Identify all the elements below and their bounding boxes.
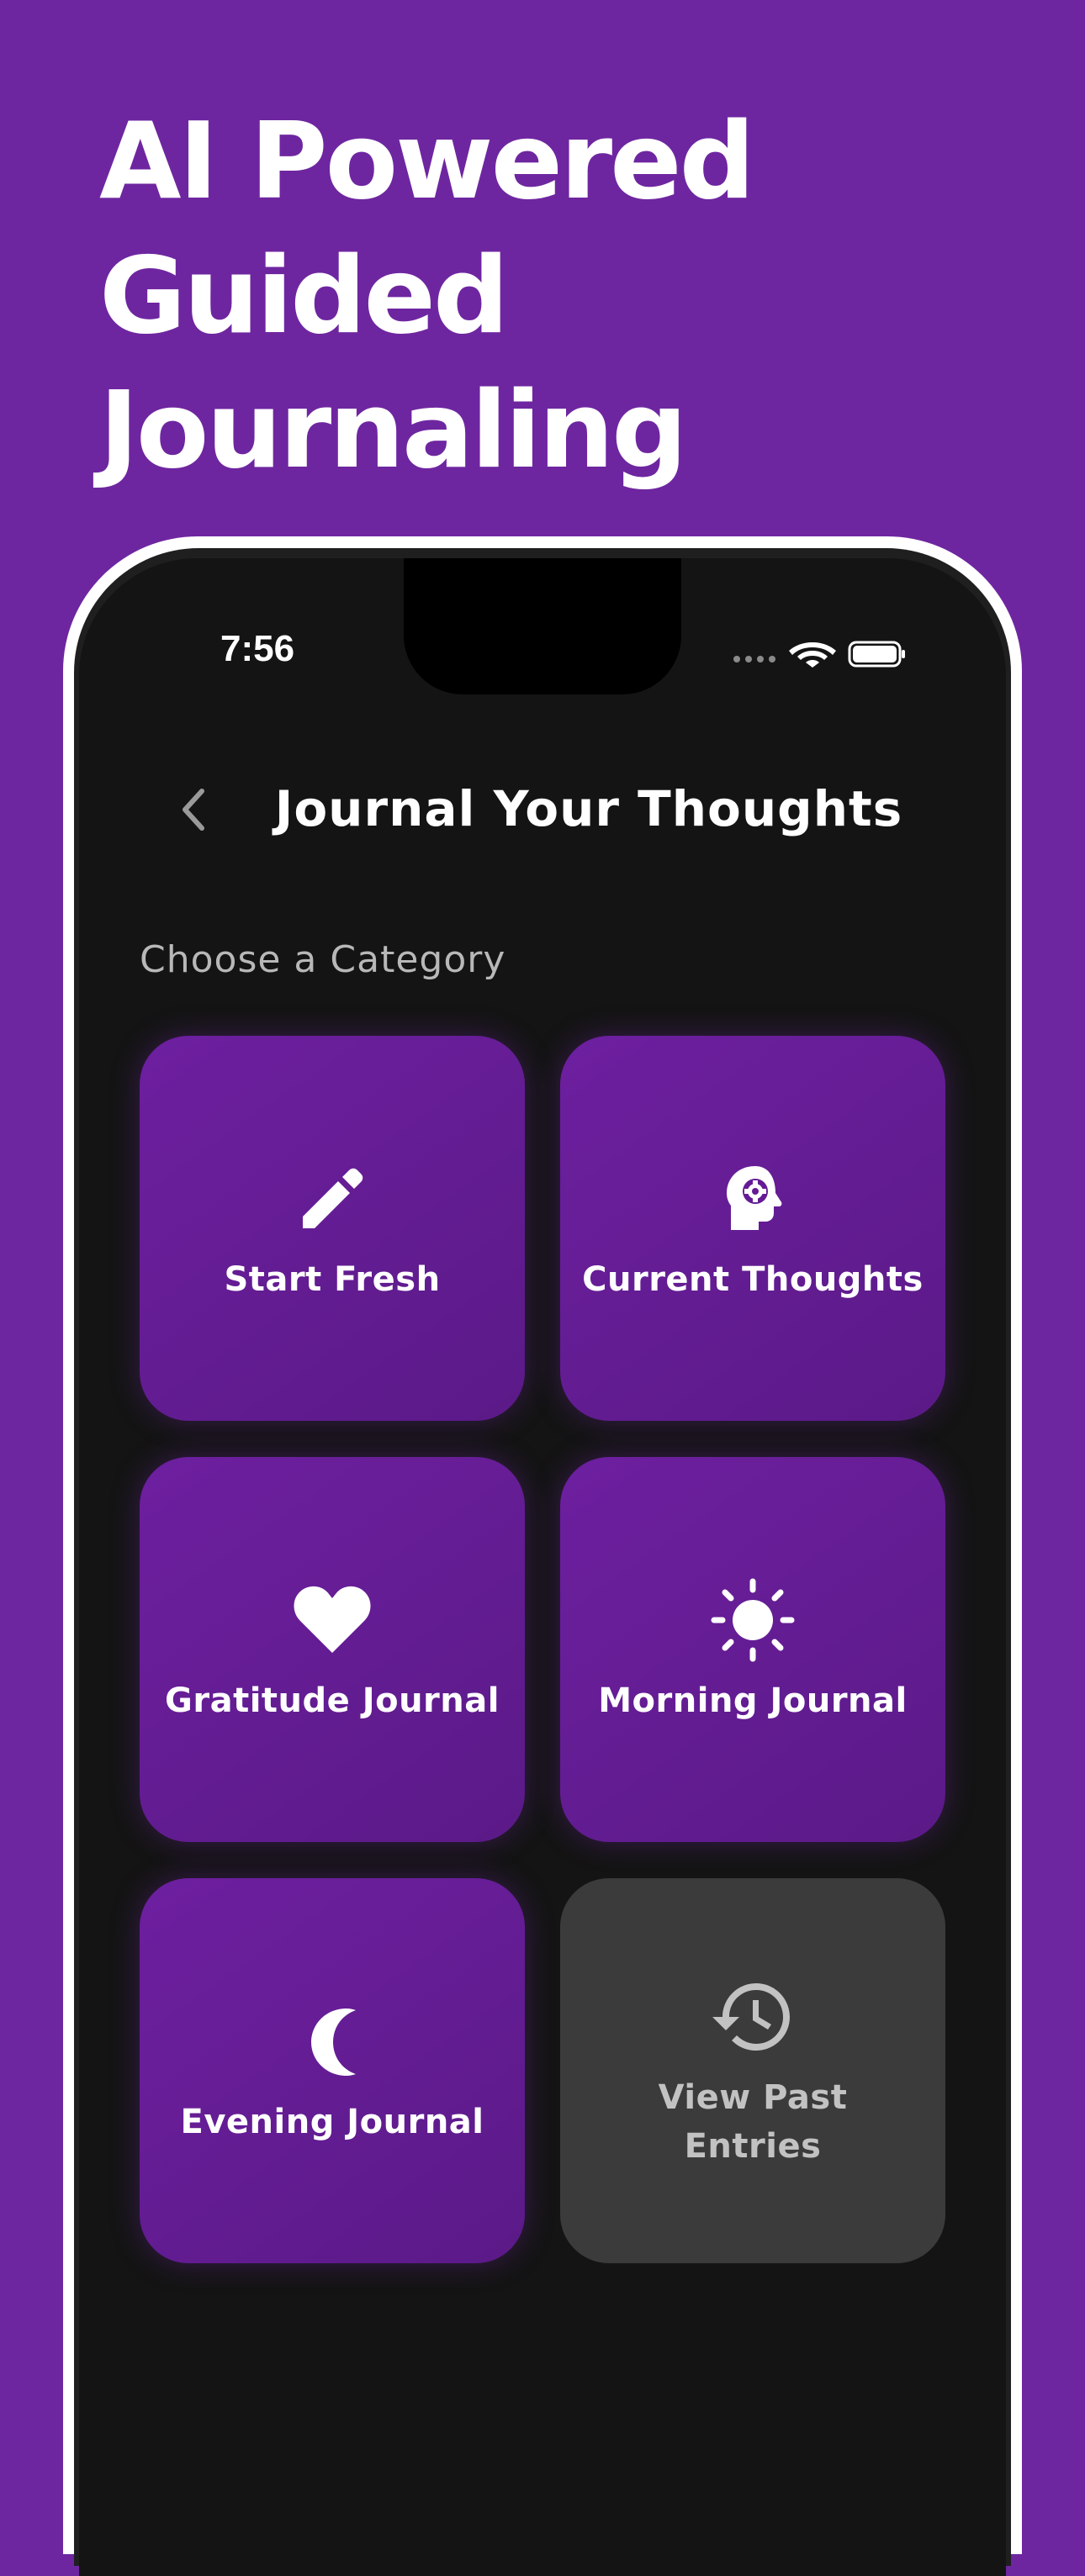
category-label: Morning Journal <box>598 1681 908 1720</box>
headline-line-3: Journaling <box>99 368 687 492</box>
moon-icon <box>286 1995 378 2088</box>
category-gratitude-journal[interactable]: Gratitude Journal <box>140 1457 525 1842</box>
category-evening-journal[interactable]: Evening Journal <box>140 1878 525 2263</box>
section-label: Choose a Category <box>140 938 506 981</box>
category-label: Evening Journal <box>180 2103 484 2141</box>
pencil-icon <box>286 1153 378 1245</box>
signal-dots-icon <box>733 656 775 662</box>
category-current-thoughts[interactable]: Current Thoughts <box>560 1036 945 1421</box>
phone-notch <box>404 558 681 694</box>
category-start-fresh[interactable]: Start Fresh <box>140 1036 525 1421</box>
promo-headline: AI Powered Guided Journaling <box>99 94 1024 498</box>
category-label: Current Thoughts <box>582 1260 924 1299</box>
sun-icon <box>707 1574 799 1666</box>
back-button[interactable] <box>168 780 219 839</box>
category-morning-journal[interactable]: Morning Journal <box>560 1457 945 1842</box>
history-icon <box>707 1971 799 2063</box>
wifi-icon <box>789 642 836 668</box>
view-past-entries-button[interactable]: View Past Entries <box>560 1878 945 2263</box>
headline-line-1: AI Powered <box>99 99 755 223</box>
chevron-left-icon <box>183 789 204 831</box>
head-gear-icon <box>707 1153 799 1245</box>
page-title: Journal Your Thoughts <box>274 780 903 837</box>
headline-line-2: Guided <box>99 234 509 357</box>
heart-icon <box>286 1574 378 1666</box>
status-icons <box>732 632 908 669</box>
category-label: Start Fresh <box>224 1260 441 1299</box>
category-label: Gratitude Journal <box>165 1681 500 1720</box>
status-time: 7:56 <box>220 628 295 669</box>
status-icons-graphic <box>733 641 905 668</box>
battery-icon <box>848 641 905 668</box>
category-label: View Past Entries <box>658 2078 848 2166</box>
